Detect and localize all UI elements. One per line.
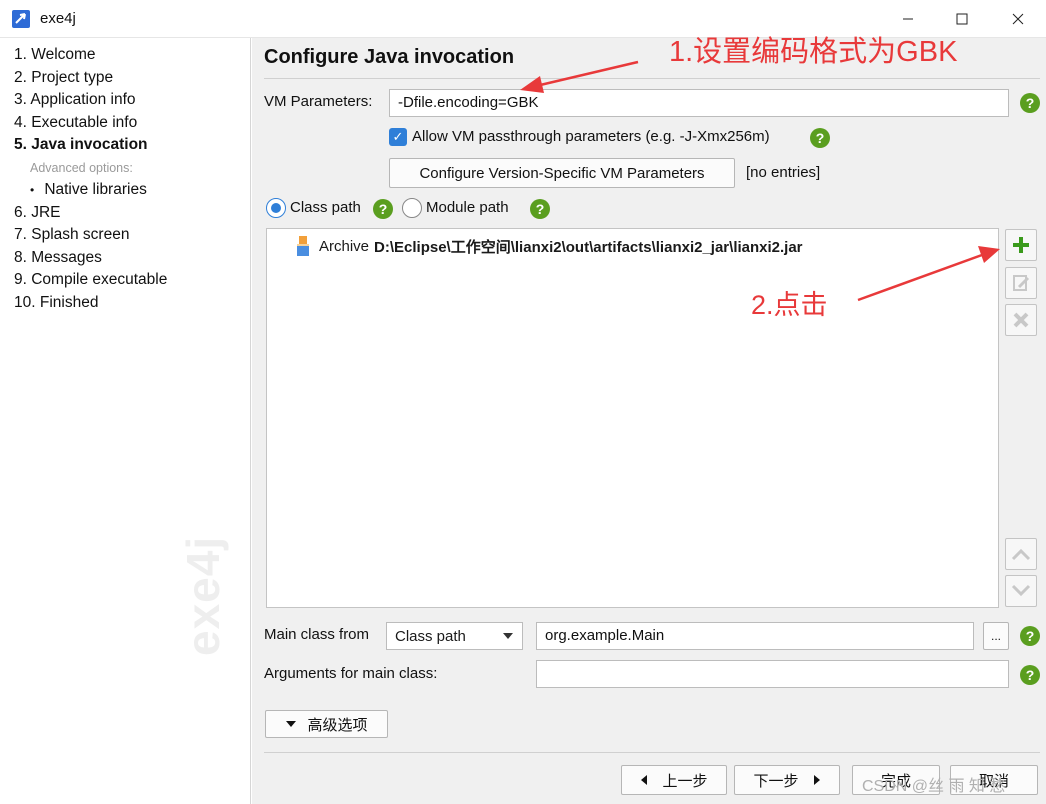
plus-icon [1013,237,1029,253]
class-path-radio[interactable] [266,198,286,218]
archive-icon [297,236,309,256]
nav-item-messages[interactable]: 8. Messages [14,249,102,267]
minimize-icon [903,18,913,20]
browse-main-class-button[interactable]: ... [983,622,1009,650]
vm-parameters-label: VM Parameters: [264,93,373,110]
help-icon[interactable]: ? [1020,665,1040,685]
main-class-from-value: Class path [395,627,466,645]
module-path-radio[interactable] [402,198,422,218]
nav-item-welcome[interactable]: 1. Welcome [14,46,96,64]
maximize-icon [956,13,968,25]
no-entries-label: [no entries] [746,164,821,181]
class-path-radio-label[interactable]: Class path [290,199,361,216]
triangle-left-icon [641,775,648,785]
nav-item-jre[interactable]: 6. JRE [14,204,61,222]
main-class-input[interactable]: org.example.Main [536,622,974,650]
next-button[interactable]: 下一步 [734,765,840,795]
allow-passthrough-label: Allow VM passthrough parameters (e.g. -J… [412,128,770,145]
delete-icon [1013,312,1029,328]
main-class-from-select[interactable]: Class path [386,622,523,650]
vm-parameters-input[interactable]: -Dfile.encoding=GBK [389,89,1009,117]
advanced-options-label: 高级选项 [307,716,368,734]
triangle-down-icon [286,721,297,727]
edit-icon [1013,275,1030,291]
exe4j-watermark: exe4j [177,535,229,656]
nav-item-application-info[interactable]: 3. Application info [14,91,136,109]
module-path-radio-label[interactable]: Module path [426,199,509,216]
chevron-down-icon [1011,584,1031,597]
entry-kind: Archive [319,237,370,255]
configure-version-specific-button[interactable]: Configure Version-Specific VM Parameters [389,158,735,188]
entry-path: D:\Eclipse\工作空间\lianxi2\out\artifacts\li… [374,238,803,256]
nav-item-project-type[interactable]: 2. Project type [14,69,113,87]
add-entry-button[interactable] [1005,229,1037,261]
nav-item-java-invocation[interactable]: 5. Java invocation [14,136,148,154]
annotation-step1: 1.设置编码格式为GBK [669,36,958,68]
advanced-options-button[interactable]: 高级选项 [265,710,388,738]
triangle-right-icon [813,775,820,785]
arguments-input[interactable] [536,660,1009,688]
class-path-list[interactable]: Archive D:\Eclipse\工作空间\lianxi2\out\arti… [266,228,999,608]
back-label: 上一步 [662,772,708,790]
help-icon[interactable]: ? [1020,626,1040,646]
arguments-label: Arguments for main class: [264,665,438,682]
chevron-up-icon [1011,548,1031,561]
move-down-button[interactable] [1005,575,1037,607]
close-icon [1012,13,1024,25]
nav-item-native-libraries[interactable]: • Native libraries [30,181,147,199]
window-title: exe4j [40,10,76,27]
edit-entry-button[interactable] [1005,267,1037,299]
help-icon[interactable]: ? [810,128,830,148]
wizard-nav: 1. Welcome 2. Project type 3. Applicatio… [0,38,251,804]
page-title: Configure Java invocation [264,46,515,68]
annotation-step2: 2.点击 [751,290,828,320]
bullet-icon: • [30,183,35,197]
footer-divider [264,752,1040,753]
back-button[interactable]: 上一步 [621,765,727,795]
title-divider [264,78,1040,79]
nav-advanced-options-label: Advanced options: [30,161,133,175]
help-icon[interactable]: ? [373,199,393,219]
next-label: 下一步 [753,772,799,790]
help-icon[interactable]: ? [530,199,550,219]
app-icon [12,10,30,28]
nav-item-compile-executable[interactable]: 9. Compile executable [14,271,167,289]
csdn-watermark: CSDN @丝 雨 知 愁 [862,778,1006,795]
remove-entry-button[interactable] [1005,304,1037,336]
allow-passthrough-checkbox[interactable]: ✓ [389,128,407,146]
nav-item-splash-screen[interactable]: 7. Splash screen [14,226,129,244]
dropdown-arrow-icon [503,633,513,639]
move-up-button[interactable] [1005,538,1037,570]
nav-item-finished[interactable]: 10. Finished [14,294,98,312]
close-button[interactable] [998,6,1038,32]
main-panel: Configure Java invocation VM Parameters:… [252,38,1046,804]
help-icon[interactable]: ? [1020,93,1040,113]
nav-item-native-libraries-label: Native libraries [44,181,147,198]
main-class-from-label: Main class from [264,626,370,643]
nav-item-executable-info[interactable]: 4. Executable info [14,114,137,132]
list-item[interactable]: Archive D:\Eclipse\工作空间\lianxi2\out\arti… [297,235,803,257]
